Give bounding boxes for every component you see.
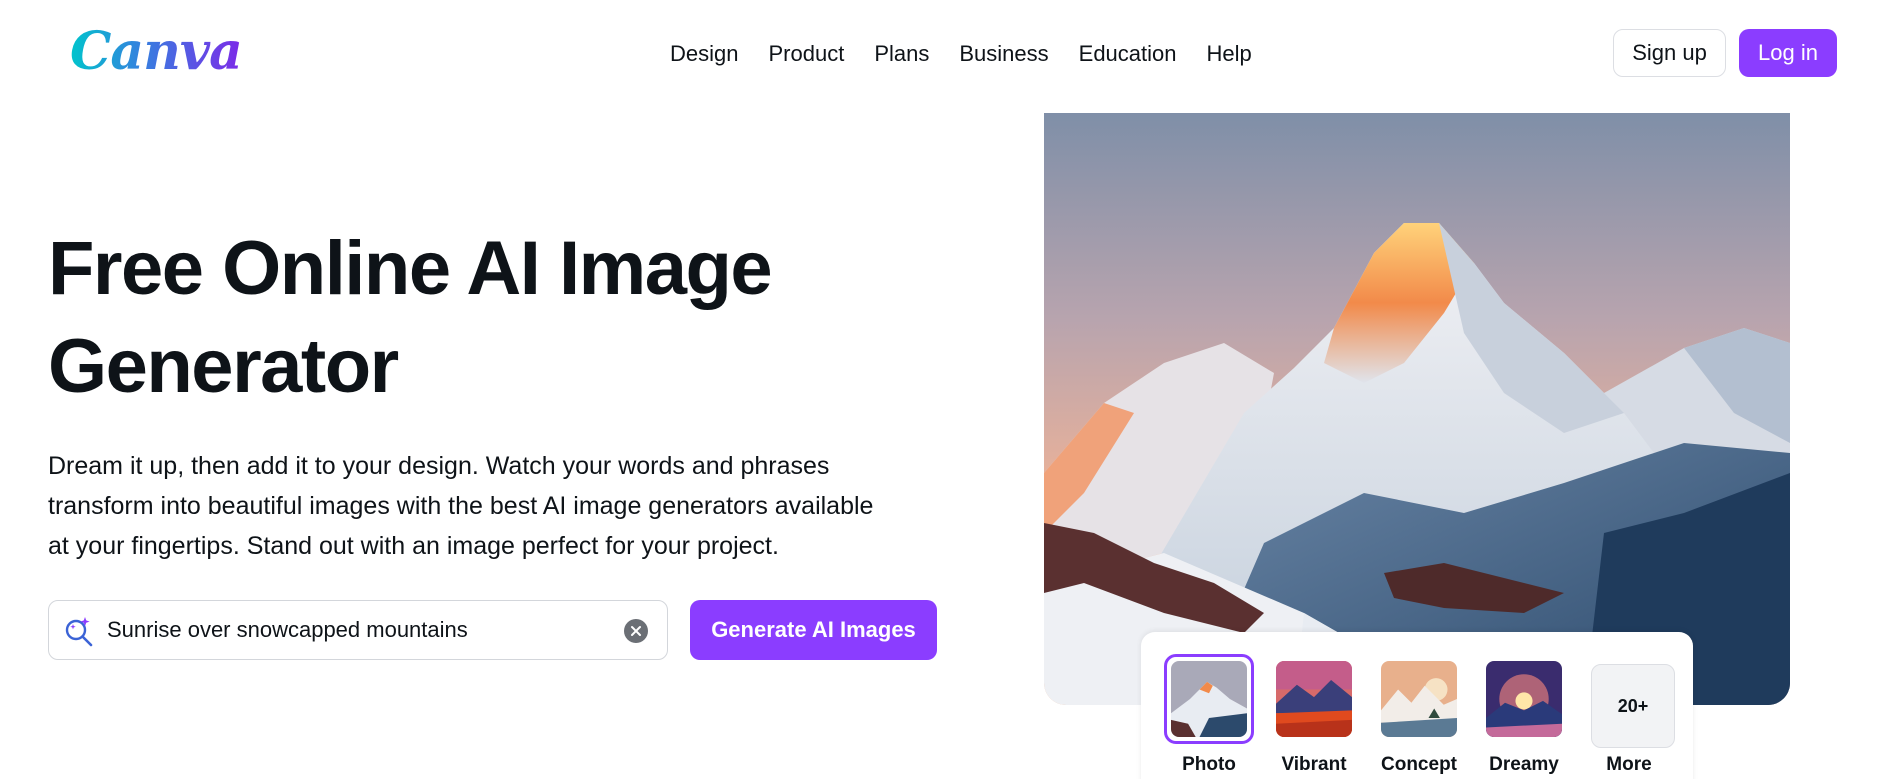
style-thumb-frame xyxy=(1164,654,1254,744)
nav-item-design[interactable]: Design xyxy=(655,34,753,74)
more-styles-badge: 20+ xyxy=(1591,664,1675,748)
style-option-vibrant[interactable]: Vibrant xyxy=(1269,654,1359,776)
style-thumb-frame: 20+ xyxy=(1584,654,1675,748)
style-label-more: More xyxy=(1606,754,1652,775)
style-label-vibrant: Vibrant xyxy=(1281,754,1347,775)
hero-description-line-1: Dream it up, then add it to your design.… xyxy=(48,452,830,480)
style-thumb-frame xyxy=(1479,654,1569,744)
style-option-dreamy[interactable]: Dreamy xyxy=(1479,654,1569,776)
hero-description: Dream it up, then add it to your design.… xyxy=(48,446,948,566)
hero-mountain-image xyxy=(1044,113,1790,705)
prompt-input[interactable] xyxy=(107,607,607,653)
hero-description-line-3: at your fingertips. Stand out with an im… xyxy=(48,532,779,560)
nav-item-plans[interactable]: Plans xyxy=(859,34,944,74)
site-header: Canva Design Product Plans Business Educ… xyxy=(0,0,1887,108)
style-option-more[interactable]: 20+ More xyxy=(1584,654,1675,776)
hero-description-line-2: transform into beautiful images with the… xyxy=(48,492,874,520)
style-label-dreamy: Dreamy xyxy=(1489,754,1559,775)
canva-logo[interactable]: Canva xyxy=(70,22,243,82)
page-title-line-1: Free Online AI Image xyxy=(48,226,773,311)
nav-item-education[interactable]: Education xyxy=(1064,34,1192,74)
page-title: Free Online AI Image Generator xyxy=(48,220,948,416)
dreamy-style-thumbnail xyxy=(1486,661,1562,737)
page-title-line-2: Generator xyxy=(48,324,399,409)
style-option-photo[interactable]: Photo xyxy=(1164,654,1254,776)
style-label-concept: Concept xyxy=(1381,754,1457,775)
style-label-photo: Photo xyxy=(1182,754,1236,775)
generate-ai-images-button[interactable]: Generate AI Images xyxy=(690,600,937,660)
prompt-field xyxy=(48,600,668,660)
magic-search-icon xyxy=(63,615,95,647)
main-nav: Design Product Plans Business Education … xyxy=(655,34,1267,74)
style-option-concept[interactable]: Concept xyxy=(1374,654,1464,776)
style-thumb-frame xyxy=(1374,654,1464,744)
nav-item-help[interactable]: Help xyxy=(1192,34,1267,74)
style-picker: Photo Vibrant Concept Dreamy 20+ More xyxy=(1141,632,1693,779)
nav-item-product[interactable]: Product xyxy=(753,34,859,74)
nav-item-business[interactable]: Business xyxy=(944,34,1063,74)
sign-up-button[interactable]: Sign up xyxy=(1613,29,1726,77)
concept-style-thumbnail xyxy=(1381,661,1457,737)
style-thumb-frame xyxy=(1269,654,1359,744)
clear-input-icon[interactable] xyxy=(624,619,648,643)
photo-style-thumbnail xyxy=(1171,661,1247,737)
log-in-button[interactable]: Log in xyxy=(1739,29,1837,77)
vibrant-style-thumbnail xyxy=(1276,661,1352,737)
